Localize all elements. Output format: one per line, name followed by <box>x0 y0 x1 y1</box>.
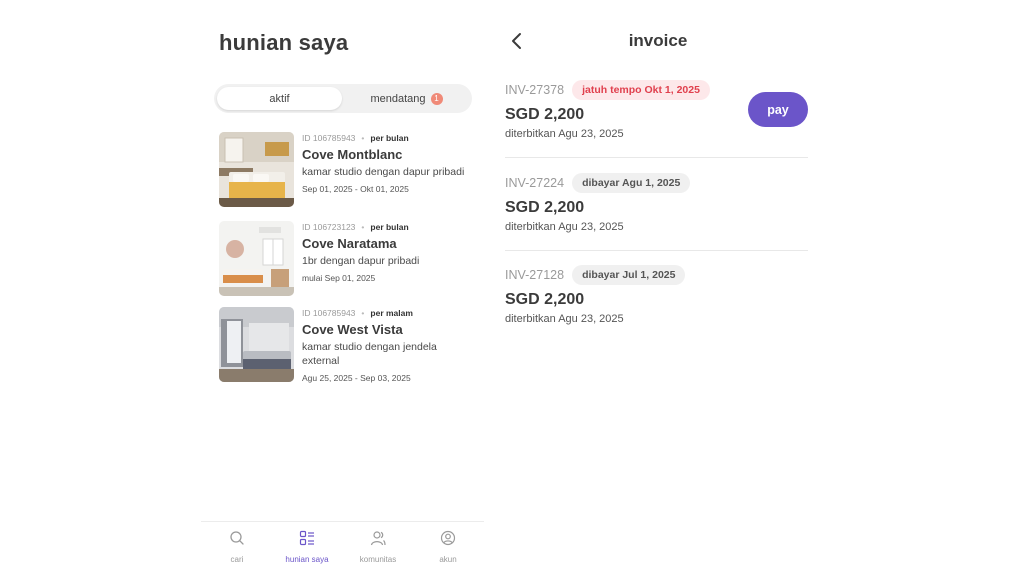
page-title: hunian saya <box>219 30 349 55</box>
listing-meta: ID 106785943 • per bulan <box>302 133 409 143</box>
page-title: invoice <box>628 31 688 50</box>
nav-label: cari <box>230 555 244 564</box>
listing-description: kamar studio dengan jendela external <box>302 341 437 367</box>
invoice-id: INV-27224 <box>505 176 565 190</box>
pay-button[interactable]: pay <box>748 92 808 127</box>
divider <box>505 250 808 251</box>
listing-dates: Agu 25, 2025 - Sep 03, 2025 <box>302 373 411 383</box>
listing-meta: ID 106785943 • per malam <box>302 308 413 318</box>
nav-label: hunian saya <box>285 555 329 564</box>
tab-upcoming[interactable]: mendatang 1 <box>344 87 469 110</box>
account-icon <box>440 530 456 551</box>
listing-name: Cove Naratama <box>302 236 397 251</box>
nav-item-my-residences[interactable]: hunian saya <box>277 530 337 564</box>
divider <box>505 157 808 158</box>
people-icon <box>370 530 386 551</box>
listing-dates: Sep 01, 2025 - Okt 01, 2025 <box>302 184 409 194</box>
listing-meta: ID 106723123 • per bulan <box>302 222 409 232</box>
invoice-screen: invoice INV-27378 jatuh tempo Okt 1, 202… <box>498 0 818 576</box>
upcoming-count-badge: 1 <box>430 92 443 105</box>
invoice-id: INV-27378 <box>505 83 565 97</box>
tab-active-label: aktif <box>269 92 290 105</box>
list-icon <box>299 530 315 551</box>
nav-label: komunitas <box>359 555 397 564</box>
listing-dates: mulai Sep 01, 2025 <box>302 273 376 283</box>
listing-period: per malam <box>370 308 413 318</box>
listing-description: kamar studio dengan dapur pribadi <box>302 166 465 178</box>
invoice-issued-date: diterbitkan Agu 23, 2025 <box>505 313 624 325</box>
nav-item-search[interactable]: cari <box>207 530 267 564</box>
listing-id: ID 106723123 <box>302 222 356 232</box>
listing-card[interactable]: ID 106785943 • per bulan Cove Montblanc … <box>219 132 479 208</box>
nav-label: akun <box>439 555 457 564</box>
status-badge: jatuh tempo Okt 1, 2025 <box>572 80 710 100</box>
invoice-amount: SGD 2,200 <box>505 291 585 308</box>
status-badge: dibayar Agu 1, 2025 <box>572 173 691 193</box>
listing-photo <box>219 307 294 382</box>
invoice-amount: SGD 2,200 <box>505 199 585 216</box>
search-icon <box>229 530 245 551</box>
listing-period: per bulan <box>370 133 409 143</box>
listing-id: ID 106785943 <box>302 133 356 143</box>
nav-item-account[interactable]: akun <box>418 530 478 564</box>
invoice-id: INV-27128 <box>505 268 565 282</box>
invoice-issued-date: diterbitkan Agu 23, 2025 <box>505 221 624 233</box>
bottom-nav: cari hunian saya komunitas akun <box>201 521 484 576</box>
listing-card[interactable]: ID 106785943 • per malam Cove West Vista… <box>219 307 479 383</box>
residence-tab-switcher: aktif mendatang 1 <box>214 84 472 113</box>
invoice-item[interactable]: INV-27224 dibayar Agu 1, 2025 SGD 2,200 … <box>505 172 808 262</box>
invoice-issued-date: diterbitkan Agu 23, 2025 <box>505 128 624 140</box>
nav-item-community[interactable]: komunitas <box>348 530 408 564</box>
listing-photo <box>219 132 294 207</box>
listing-photo <box>219 221 294 296</box>
listing-name: Cove Montblanc <box>302 147 403 162</box>
listing-description: 1br dengan dapur pribadi <box>302 255 420 267</box>
listing-id: ID 106785943 <box>302 308 356 318</box>
listing-name: Cove West Vista <box>302 322 403 337</box>
tab-active[interactable]: aktif <box>217 87 342 110</box>
status-badge: dibayar Jul 1, 2025 <box>572 265 686 285</box>
my-residences-screen: hunian saya aktif mendatang 1 ID 1067859… <box>201 0 484 576</box>
tab-upcoming-label: mendatang <box>370 92 426 105</box>
listing-period: per bulan <box>370 222 409 232</box>
listing-card[interactable]: ID 106723123 • per bulan Cove Naratama 1… <box>219 221 479 297</box>
invoice-item[interactable]: INV-27128 dibayar Jul 1, 2025 SGD 2,200 … <box>505 264 808 354</box>
invoice-item[interactable]: INV-27378 jatuh tempo Okt 1, 2025 SGD 2,… <box>505 79 808 169</box>
